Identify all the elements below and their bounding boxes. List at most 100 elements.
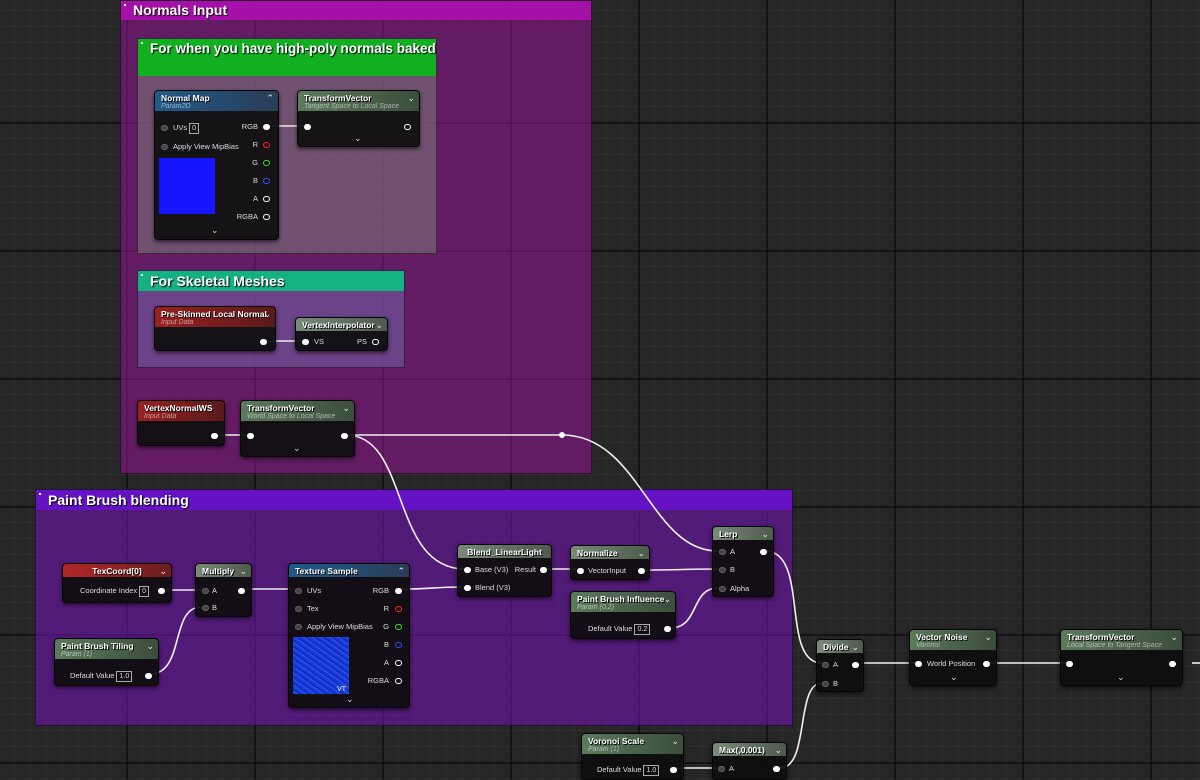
collapse-chevron-icon[interactable]: ⌄ [375, 320, 383, 331]
pin-out[interactable] [404, 124, 411, 130]
expand-chevron-icon[interactable]: ⌄ [1117, 672, 1125, 683]
pin-out[interactable] [760, 549, 767, 555]
pin-in-base[interactable] [464, 567, 471, 573]
collapse-chevron-icon[interactable]: ⌄ [663, 594, 671, 605]
node-header[interactable]: VertexNormalWS Input Data [138, 401, 224, 421]
pin-in-a[interactable] [202, 588, 209, 594]
pin-out-r[interactable] [263, 142, 270, 148]
pin-out-g[interactable] [263, 160, 270, 166]
pin-out-a[interactable] [263, 196, 270, 202]
node-voronoi-scale[interactable]: Voronoi Scale Param (1) ⌄ Default Value 1… [581, 733, 684, 780]
expand-chevron-icon[interactable]: ⌄ [293, 443, 301, 454]
collapse-chevron-icon[interactable]: ⌄ [984, 632, 992, 643]
pin-out[interactable] [211, 433, 218, 439]
node-header[interactable]: Pre-Skinned Local Normal Input Data ⌄ [155, 307, 275, 327]
pin-tex[interactable] [295, 606, 302, 612]
pin-out-rgb[interactable] [263, 124, 270, 130]
node-vertex-normal-ws[interactable]: VertexNormalWS Input Data [137, 400, 225, 446]
pin-out-b[interactable] [263, 178, 270, 184]
node-lerp[interactable]: Lerp ⌄ A B Alpha [712, 526, 774, 597]
default-value-field[interactable]: 0.2 [634, 624, 651, 635]
default-value-field[interactable]: 1.0 [116, 671, 133, 682]
pin-in-b[interactable] [202, 605, 209, 611]
node-header[interactable]: TransformVector World Space to Local Spa… [241, 401, 354, 421]
node-multiply[interactable]: Multiply ⌄ A B [195, 563, 252, 617]
pin-out[interactable] [852, 662, 859, 668]
collapse-chevron-icon[interactable]: ⌄ [637, 548, 645, 559]
pin-out[interactable] [238, 588, 245, 594]
pin-in[interactable] [577, 568, 584, 574]
coordinate-index-field[interactable]: 0 [139, 586, 150, 597]
pin-out-g[interactable] [395, 624, 402, 630]
node-max[interactable]: Max(,0.001) ⌄ A [712, 742, 787, 780]
pin-out-r[interactable] [395, 606, 402, 612]
node-header[interactable]: VertexInterpolator ⌄ [296, 318, 387, 331]
pin-out-rgba[interactable] [395, 678, 402, 684]
pin-in-a[interactable] [719, 549, 726, 555]
collapse-chevron-icon[interactable]: ⌄ [851, 642, 859, 653]
node-header[interactable]: Normalize ⌄ [571, 546, 649, 559]
collapse-chevron-icon[interactable]: ⌄ [761, 529, 769, 540]
pin-out[interactable] [540, 567, 547, 573]
pin-out-b[interactable] [395, 642, 402, 648]
collapse-chevron-icon[interactable]: ⌄ [671, 736, 679, 747]
pin-in-blend[interactable] [464, 585, 471, 591]
uvs-value-field[interactable]: 0 [189, 123, 200, 134]
node-texture-sample[interactable]: Texture Sample ⌃ UVs Tex Apply View MipB… [288, 563, 410, 708]
pin-out[interactable] [1169, 661, 1176, 667]
node-blend-linear-light[interactable]: Blend_LinearLight Base (V3) Blend (V3) R… [457, 544, 552, 597]
node-normal-map[interactable]: Normal Map Param2D ⌃ UVs 0 Apply View Mip… [154, 90, 279, 240]
collapse-chevron-icon[interactable]: ⌄ [342, 403, 350, 414]
collapse-chevron-icon[interactable]: ⌄ [239, 566, 247, 577]
pin-out[interactable] [260, 339, 267, 345]
pin-in-world-position[interactable] [915, 661, 922, 667]
pin-out-a[interactable] [395, 660, 402, 666]
pin-out-rgba[interactable] [263, 214, 270, 220]
node-transform-vector-world-local[interactable]: TransformVector World Space to Local Spa… [240, 400, 355, 457]
collapse-chevron-icon[interactable]: ⌃ [397, 566, 405, 577]
node-vector-noise[interactable]: Vector Noise Voronoi ⌄ World Position ⌄ [909, 629, 997, 686]
node-header[interactable]: Multiply ⌄ [196, 564, 251, 577]
pin-uvs[interactable] [295, 588, 302, 594]
node-paint-brush-tiling[interactable]: Paint Brush Tiling Param (1) ⌄ Default V… [54, 638, 159, 686]
pin-in-vs[interactable] [302, 339, 309, 345]
node-header[interactable]: Max(,0.001) ⌄ [713, 743, 786, 756]
node-header[interactable]: Lerp ⌄ [713, 527, 773, 540]
pin-out[interactable] [670, 767, 677, 773]
pin-mipbias[interactable] [295, 624, 302, 630]
node-header[interactable]: Paint Brush Influence Param (0.2) ⌄ [571, 592, 675, 612]
node-divide[interactable]: Divide ⌄ A B [816, 639, 864, 692]
node-preskinned-local-normal[interactable]: Pre-Skinned Local Normal Input Data ⌄ [154, 306, 276, 351]
pin-in-a[interactable] [718, 766, 725, 772]
node-header[interactable]: TransformVector Tangent Space to Local S… [298, 91, 419, 111]
pin-in-a[interactable] [822, 662, 829, 668]
node-header[interactable]: Blend_LinearLight [458, 545, 551, 558]
expand-chevron-icon[interactable]: ⌄ [354, 133, 362, 144]
node-normalize[interactable]: Normalize ⌄ VectorInput [570, 545, 650, 580]
collapse-chevron-icon[interactable]: ⌄ [146, 641, 154, 652]
pin-out[interactable] [773, 766, 780, 772]
pin-in-b[interactable] [822, 681, 829, 687]
node-transform-vector-local-tangent[interactable]: TransformVector Local Space to Tangent S… [1060, 629, 1183, 686]
pin-out[interactable] [341, 433, 348, 439]
node-header[interactable]: TexCoord[0] ⌄ [63, 564, 171, 577]
node-header[interactable]: Divide ⌄ [817, 640, 863, 653]
default-value-field[interactable]: 1.0 [643, 765, 660, 776]
node-header[interactable]: Normal Map Param2D ⌃ [155, 91, 278, 111]
collapse-chevron-icon[interactable]: ⌃ [266, 93, 274, 104]
pin-in[interactable] [247, 433, 254, 439]
node-header[interactable]: TransformVector Local Space to Tangent S… [1061, 630, 1182, 650]
collapse-chevron-icon[interactable]: ⌄ [159, 566, 167, 577]
pin-out[interactable] [983, 661, 990, 667]
pin-in-b[interactable] [719, 567, 726, 573]
node-paint-brush-influence[interactable]: Paint Brush Influence Param (0.2) ⌄ Defa… [570, 591, 676, 639]
node-header[interactable]: Vector Noise Voronoi ⌄ [910, 630, 996, 650]
node-header[interactable]: Texture Sample ⌃ [289, 564, 409, 577]
node-header[interactable]: Voronoi Scale Param (1) ⌄ [582, 734, 683, 754]
pin-uvs[interactable] [161, 125, 168, 131]
node-vertex-interpolator[interactable]: VertexInterpolator ⌄ VS PS [295, 317, 388, 351]
pin-out[interactable] [145, 673, 152, 679]
pin-in-alpha[interactable] [719, 586, 726, 592]
pin-mipbias[interactable] [161, 144, 168, 150]
pin-in[interactable] [1066, 661, 1073, 667]
